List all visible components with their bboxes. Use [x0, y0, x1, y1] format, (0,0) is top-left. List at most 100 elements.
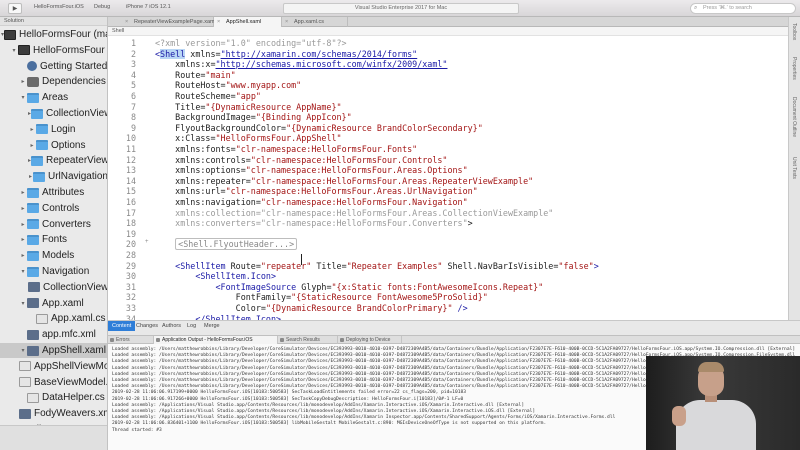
expanded-triangle-icon[interactable]: ▾ [19, 347, 27, 354]
code-line[interactable]: xmlns:repeater="clr-namespace:HelloForms… [155, 176, 533, 186]
tree-item[interactable]: ▸CollectionViewE [0, 106, 107, 121]
code-line[interactable]: <Shell xmlns="http://xamarin.com/schemas… [155, 48, 417, 59]
code-token: xmlns:options= [155, 165, 246, 176]
folder-icon [36, 124, 48, 135]
tree-item[interactable]: FodyWeavers.xml [0, 406, 107, 421]
close-icon[interactable]: × [125, 17, 128, 27]
code-line[interactable]: FlyoutBackgroundColor="{DynamicResource … [155, 123, 483, 133]
code-line[interactable]: xmlns:fonts="clr-namespace:HelloFormsFou… [155, 144, 417, 154]
code-line[interactable]: RouteHost="www.myapp.com" [155, 80, 301, 90]
project-combo[interactable]: HelloFormsFour.iOS [30, 4, 88, 13]
collapsed-triangle-icon[interactable]: ▸ [28, 126, 36, 133]
document-outline-pad-tab[interactable]: Document Outline [791, 97, 797, 137]
code-line[interactable]: <Shell.FlyoutHeader...> [155, 238, 298, 251]
configuration-combo[interactable]: Debug [90, 4, 114, 13]
code-line[interactable]: x:Class="HelloFormsFour.AppShell" [155, 133, 341, 143]
code-line[interactable]: <?xml version="1.0" encoding="utf-8"?> [155, 38, 347, 48]
expand-fold-icon[interactable]: + [145, 239, 149, 245]
tree-item[interactable]: app.mfc.xml [0, 327, 107, 342]
code-line[interactable]: BackgroundImage="{Binding AppIcon}" [155, 112, 352, 122]
xaml-icon [27, 345, 39, 356]
expanded-triangle-icon[interactable]: ▾ [19, 268, 27, 275]
collapsed-triangle-icon[interactable]: ▸ [19, 189, 27, 196]
tree-item-label: HelloFormsFour (ma [19, 29, 108, 40]
code-line[interactable]: Color="{DynamicResource BrandColorPrimar… [155, 303, 468, 313]
properties-pad-tab[interactable]: Properties [791, 57, 797, 80]
expanded-triangle-icon[interactable]: ▾ [19, 300, 27, 307]
code-line[interactable]: xmlns:x="http://schemas.microsoft.com/wi… [155, 59, 447, 69]
code-token: xmlns:navigation= [155, 197, 261, 207]
collapsed-triangle-icon[interactable]: ▸ [19, 252, 27, 259]
line-number: 6 [130, 91, 136, 101]
collapsed-region[interactable]: <Shell.FlyoutHeader...> [175, 238, 298, 251]
tree-item[interactable]: BaseViewModel.c [0, 375, 107, 390]
tree-item[interactable]: ▸ Options [0, 138, 107, 153]
tree-item[interactable]: ▾ Navigation [0, 264, 107, 279]
tree-item[interactable]: ▾ App.xaml [0, 296, 107, 311]
tree-item-label: CollectionViewN [43, 281, 108, 293]
code-line[interactable]: xmlns:controls="clr-namespace:HelloForms… [155, 155, 447, 165]
tab-log[interactable]: Log [183, 321, 200, 331]
tab-repeater-view-example-page[interactable]: × RepeaterViewExamplePage.xaml [122, 17, 216, 27]
code-token: "false" [558, 260, 594, 271]
toolbox-pad-tab[interactable]: Toolbox [791, 23, 797, 40]
tree-item[interactable]: ▾ AppShell.xaml [0, 343, 107, 358]
close-icon[interactable]: × [285, 17, 288, 27]
tree-item[interactable]: ▸ Dependencies [0, 74, 107, 89]
tab-authors[interactable]: Authors [158, 321, 185, 331]
tree-item[interactable]: DataHelper.cs [0, 390, 107, 405]
tree-item[interactable]: App.xaml.cs [0, 311, 107, 326]
xml-file-icon [19, 408, 31, 419]
search-input[interactable]: ⌕ Press '⌘.' to search [690, 3, 796, 14]
tab-app-xaml-cs[interactable]: × App.xaml.cs [282, 17, 348, 27]
tree-item[interactable]: ▸ Converters [0, 217, 107, 232]
csharp-file-icon [27, 392, 39, 403]
collapsed-triangle-icon[interactable]: ▸ [19, 78, 27, 85]
tree-item[interactable]: ▾ HelloFormsFour (ma [0, 27, 108, 42]
tree-item-label: AppShellViewMo [34, 360, 108, 372]
code-line[interactable]: xmlns:options="clr-namespace:HelloFormsF… [155, 165, 467, 176]
code-line[interactable]: <ShellItem.Icon> [155, 271, 276, 281]
code-line[interactable]: Route="main" [155, 70, 236, 80]
code-line[interactable]: FontFamily="{StaticResource FontAwesome5… [155, 292, 488, 302]
code-line[interactable]: xmlns:navigation="clr-namespace:HelloFor… [155, 197, 467, 207]
code-line[interactable]: xmlns:collection="clr-namespace:HelloFor… [155, 208, 553, 218]
collapsed-triangle-icon[interactable]: ▸ [19, 221, 27, 228]
tree-item[interactable]: ▾ Areas [0, 90, 107, 105]
tree-item[interactable]: ▸ Login [0, 122, 107, 137]
tree-item[interactable]: ▸RepeaterViewEx [0, 153, 107, 168]
expanded-triangle-icon[interactable]: ▾ [19, 94, 27, 101]
tree-item[interactable]: ▸ Fonts [0, 232, 107, 247]
code-line[interactable]: xmlns:converters="clr-namespace:HelloFor… [155, 218, 473, 228]
tree-item[interactable]: ▾ HelloFormsFour [0, 43, 107, 58]
unit-tests-pad-tab[interactable]: Unit Tests [791, 157, 797, 179]
path-bar[interactable]: Shell [108, 27, 788, 36]
tree-item[interactable]: ▸ Models [0, 248, 107, 263]
code-token: Shell.NavBarIsVisible= [442, 260, 559, 271]
run-button[interactable]: ▶ [8, 3, 22, 14]
log-line: Loaded assembly: /Applications/Visual St… [112, 409, 536, 414]
tree-item[interactable]: Getting Started [0, 59, 107, 74]
collapsed-triangle-icon[interactable]: ▸ [28, 142, 36, 149]
code-line[interactable]: xmlns:url="clr-namespace:HelloFormsFour.… [155, 186, 478, 196]
code-line[interactable]: <ShellItem Route="repeater" Title="Repea… [155, 261, 599, 271]
expanded-triangle-icon[interactable]: ▾ [10, 47, 18, 54]
close-icon[interactable]: × [217, 17, 220, 27]
device-combo[interactable]: iPhone 7 iOS 12.1 [122, 4, 175, 13]
code-token: xmlns:fonts= [155, 144, 236, 154]
code-line[interactable]: <FontImageSource Glyph="{x:Static fonts:… [155, 282, 544, 292]
code-editor[interactable]: 1 2 3 4 5 6 7 8 9 10 11 12 13 14 15 16 17 18 19 20 +28 29 30 31… [108, 36, 788, 320]
tree-item[interactable]: ▸ Attributes [0, 185, 107, 200]
tab-merge[interactable]: Merge [200, 321, 224, 331]
tree-item[interactable]: ▸ UrlNavigation [0, 169, 107, 184]
code-line[interactable]: RouteScheme="app" [155, 91, 261, 101]
code-token: "clr-namespace:HelloFormsFour.Areas.Repe… [250, 175, 534, 186]
tree-item[interactable]: AppShellViewMo [0, 359, 108, 374]
tree-item[interactable]: CollectionViewN [0, 280, 108, 295]
collapsed-triangle-icon[interactable]: ▸ [19, 236, 27, 243]
tab-appshell-xaml[interactable]: × AppShell.xaml [214, 17, 282, 27]
tree-item[interactable]: ▸ Controls [0, 201, 107, 216]
collapsed-triangle-icon[interactable]: ▸ [19, 205, 27, 212]
line-number: 1 [130, 38, 136, 48]
code-line[interactable]: Title="{DynamicResource AppName}" [155, 102, 341, 112]
